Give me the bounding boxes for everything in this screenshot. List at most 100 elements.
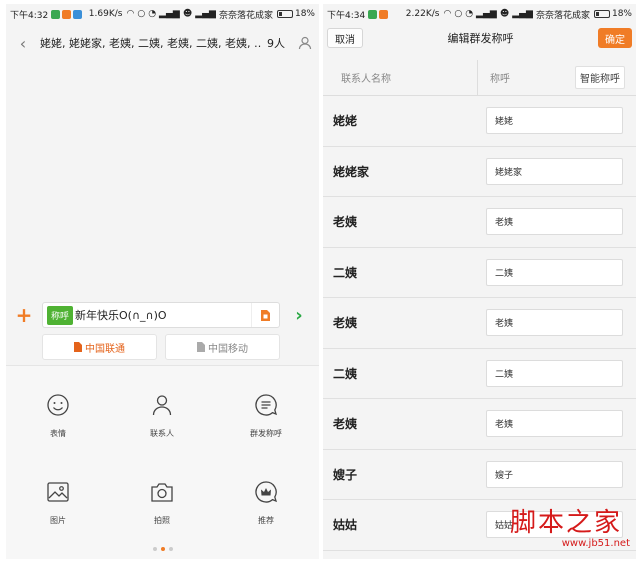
sim-options: 中国联通 中国移动	[42, 334, 280, 360]
wifi-icon: ◔	[465, 9, 474, 19]
left-screen: 下午4:32 1.69K/s ◠ ○ ◔ ▂▄▆ ☻ ▂▄▆ 奈奈落花成家 18…	[6, 4, 319, 559]
site-watermark: 脚本之家 www.jb51.net	[510, 508, 634, 558]
back-icon[interactable]: ‹	[6, 34, 40, 53]
contact-name: 姥姥	[333, 114, 358, 129]
recipients-title[interactable]: 姥姥, 姥姥家, 老姨, 二姨, 老姨, 二姨, 老姨, …	[40, 35, 261, 51]
status-carrier: 奈奈落花成家	[535, 10, 590, 21]
panel-item-contacts[interactable]: 联系人	[110, 392, 214, 439]
cancel-button[interactable]: 取消	[327, 28, 363, 48]
battery-level: 18%	[294, 9, 315, 19]
recipient-count: 9人	[267, 37, 285, 50]
contact-row: 姥姥 姥姥	[323, 96, 636, 147]
send-icon[interactable]: ›	[280, 305, 318, 326]
contact-name: 嫂子	[333, 467, 358, 482]
notification-app-icon	[379, 9, 389, 19]
alarm-icon: ◠	[443, 9, 452, 19]
panel-item-label: 推荐	[258, 516, 274, 525]
panel-item-label: 群发称呼	[250, 429, 282, 438]
contact-name: 老姨	[333, 417, 358, 432]
signal-icon: ▂▄▆	[159, 9, 180, 19]
alias-tag[interactable]: 称呼	[47, 305, 74, 325]
sim-option-mobile[interactable]: 中国移动	[165, 334, 280, 360]
right-screen: 下午4:34 2.22K/s ◠ ○ ◔ ▂▄▆ ☻ ▂▄▆ 奈奈落花成家 18…	[323, 4, 636, 559]
sim-card-icon	[261, 309, 270, 321]
alias-input[interactable]: 二姨	[486, 359, 623, 387]
column-header: 联系人名称 称呼 智能称呼	[323, 60, 636, 96]
smiley-icon	[47, 394, 69, 416]
column-alias-wrap: 称呼 智能称呼	[478, 66, 636, 89]
panel-item-emoji[interactable]: 表情	[6, 392, 110, 439]
emoji-icon: ☻	[499, 9, 510, 19]
sim-card-icon	[197, 342, 205, 352]
sim-label: 中国联通	[85, 343, 125, 355]
column-alias: 称呼	[490, 74, 510, 85]
page-dot	[152, 547, 157, 551]
notification-app-icon	[73, 9, 83, 19]
status-time: 下午4:34	[327, 10, 366, 21]
alias-input[interactable]: 老姨	[486, 208, 623, 236]
message-text: 新年快乐O(∩_∩)O	[75, 309, 167, 322]
attachment-panel: 表情 联系人 群发称呼 图片 拍照 推荐	[6, 365, 319, 559]
conversation-header: ‹ 姥姥, 姥姥家, 老姨, 二姨, 老姨, 二姨, 老姨, … 9人	[6, 24, 319, 62]
contact-name: 姥姥家	[333, 164, 370, 179]
sync-icon: ○	[137, 9, 146, 19]
panel-item-group-alias[interactable]: 群发称呼	[214, 392, 318, 439]
watermark-url: www.jb51.net	[561, 538, 630, 549]
alias-input[interactable]: 嫂子	[486, 460, 623, 488]
alias-input[interactable]: 二姨	[486, 258, 623, 286]
alarm-icon: ◠	[126, 9, 135, 19]
signal-icon: ▂▄▆	[512, 9, 533, 19]
contact-name: 二姨	[333, 366, 358, 381]
contact-row: 嫂子 嫂子	[323, 450, 636, 500]
group-chat-icon	[255, 394, 278, 416]
watermark-logo: 脚本之家	[510, 508, 623, 538]
alias-input[interactable]: 姥姥	[486, 107, 623, 135]
wifi-icon: ◔	[148, 9, 157, 19]
contact-name: 老姨	[333, 316, 358, 331]
contact-row: 二姨 二姨	[323, 349, 636, 399]
contact-name: 二姨	[333, 265, 358, 280]
contact-row: 姥姥家 姥姥家	[323, 147, 636, 197]
signal-icon: ▂▄▆	[195, 9, 216, 19]
message-input[interactable]: 称呼 新年快乐O(∩_∩)O	[42, 302, 280, 328]
sim-select-button[interactable]	[251, 303, 279, 327]
panel-item-label: 图片	[50, 516, 66, 525]
compose-bar: + 称呼 新年快乐O(∩_∩)O ›	[6, 300, 319, 330]
person-icon	[152, 395, 172, 416]
crown-icon	[255, 481, 278, 503]
alias-input[interactable]: 姥姥家	[486, 157, 623, 185]
emoji-icon: ☻	[182, 9, 193, 19]
person-icon[interactable]	[291, 36, 319, 50]
alias-input[interactable]: 老姨	[486, 309, 623, 337]
sim-option-unicom[interactable]: 中国联通	[42, 334, 157, 360]
status-carrier: 奈奈落花成家	[218, 10, 273, 21]
confirm-button[interactable]: 确定	[598, 28, 632, 48]
page-title: 编辑群发称呼	[447, 32, 514, 45]
status-speed: 2.22K/s	[405, 9, 440, 19]
smart-alias-button[interactable]: 智能称呼	[575, 66, 625, 89]
panel-item-image[interactable]: 图片	[6, 479, 110, 526]
contact-name: 老姨	[333, 215, 358, 230]
panel-item-camera[interactable]: 拍照	[110, 479, 214, 526]
status-speed: 1.69K/s	[88, 9, 123, 19]
panel-item-label: 拍照	[154, 516, 170, 525]
status-bar: 下午4:34 2.22K/s ◠ ○ ◔ ▂▄▆ ☻ ▂▄▆ 奈奈落花成家 18…	[323, 4, 636, 24]
add-icon[interactable]: +	[6, 303, 42, 327]
notification-app-icon	[51, 9, 61, 19]
sync-icon: ○	[454, 9, 463, 19]
battery-icon	[593, 10, 610, 18]
signal-icon: ▂▄▆	[476, 9, 497, 19]
page-dot	[168, 547, 173, 551]
battery-icon	[276, 10, 293, 18]
notification-app-icon	[368, 9, 378, 19]
status-bar: 下午4:32 1.69K/s ◠ ○ ◔ ▂▄▆ ☻ ▂▄▆ 奈奈落花成家 18…	[6, 4, 319, 24]
panel-item-recommend[interactable]: 推荐	[214, 479, 318, 526]
battery-level: 18%	[611, 9, 632, 19]
page-dot-active	[160, 547, 165, 551]
sim-label: 中国移动	[208, 343, 248, 355]
column-contact-name: 联系人名称	[323, 60, 478, 95]
alias-input[interactable]: 老姨	[486, 410, 623, 438]
edit-alias-header: 取消 编辑群发称呼 确定	[323, 24, 636, 52]
status-time: 下午4:32	[10, 10, 49, 21]
panel-item-label: 联系人	[150, 429, 174, 438]
